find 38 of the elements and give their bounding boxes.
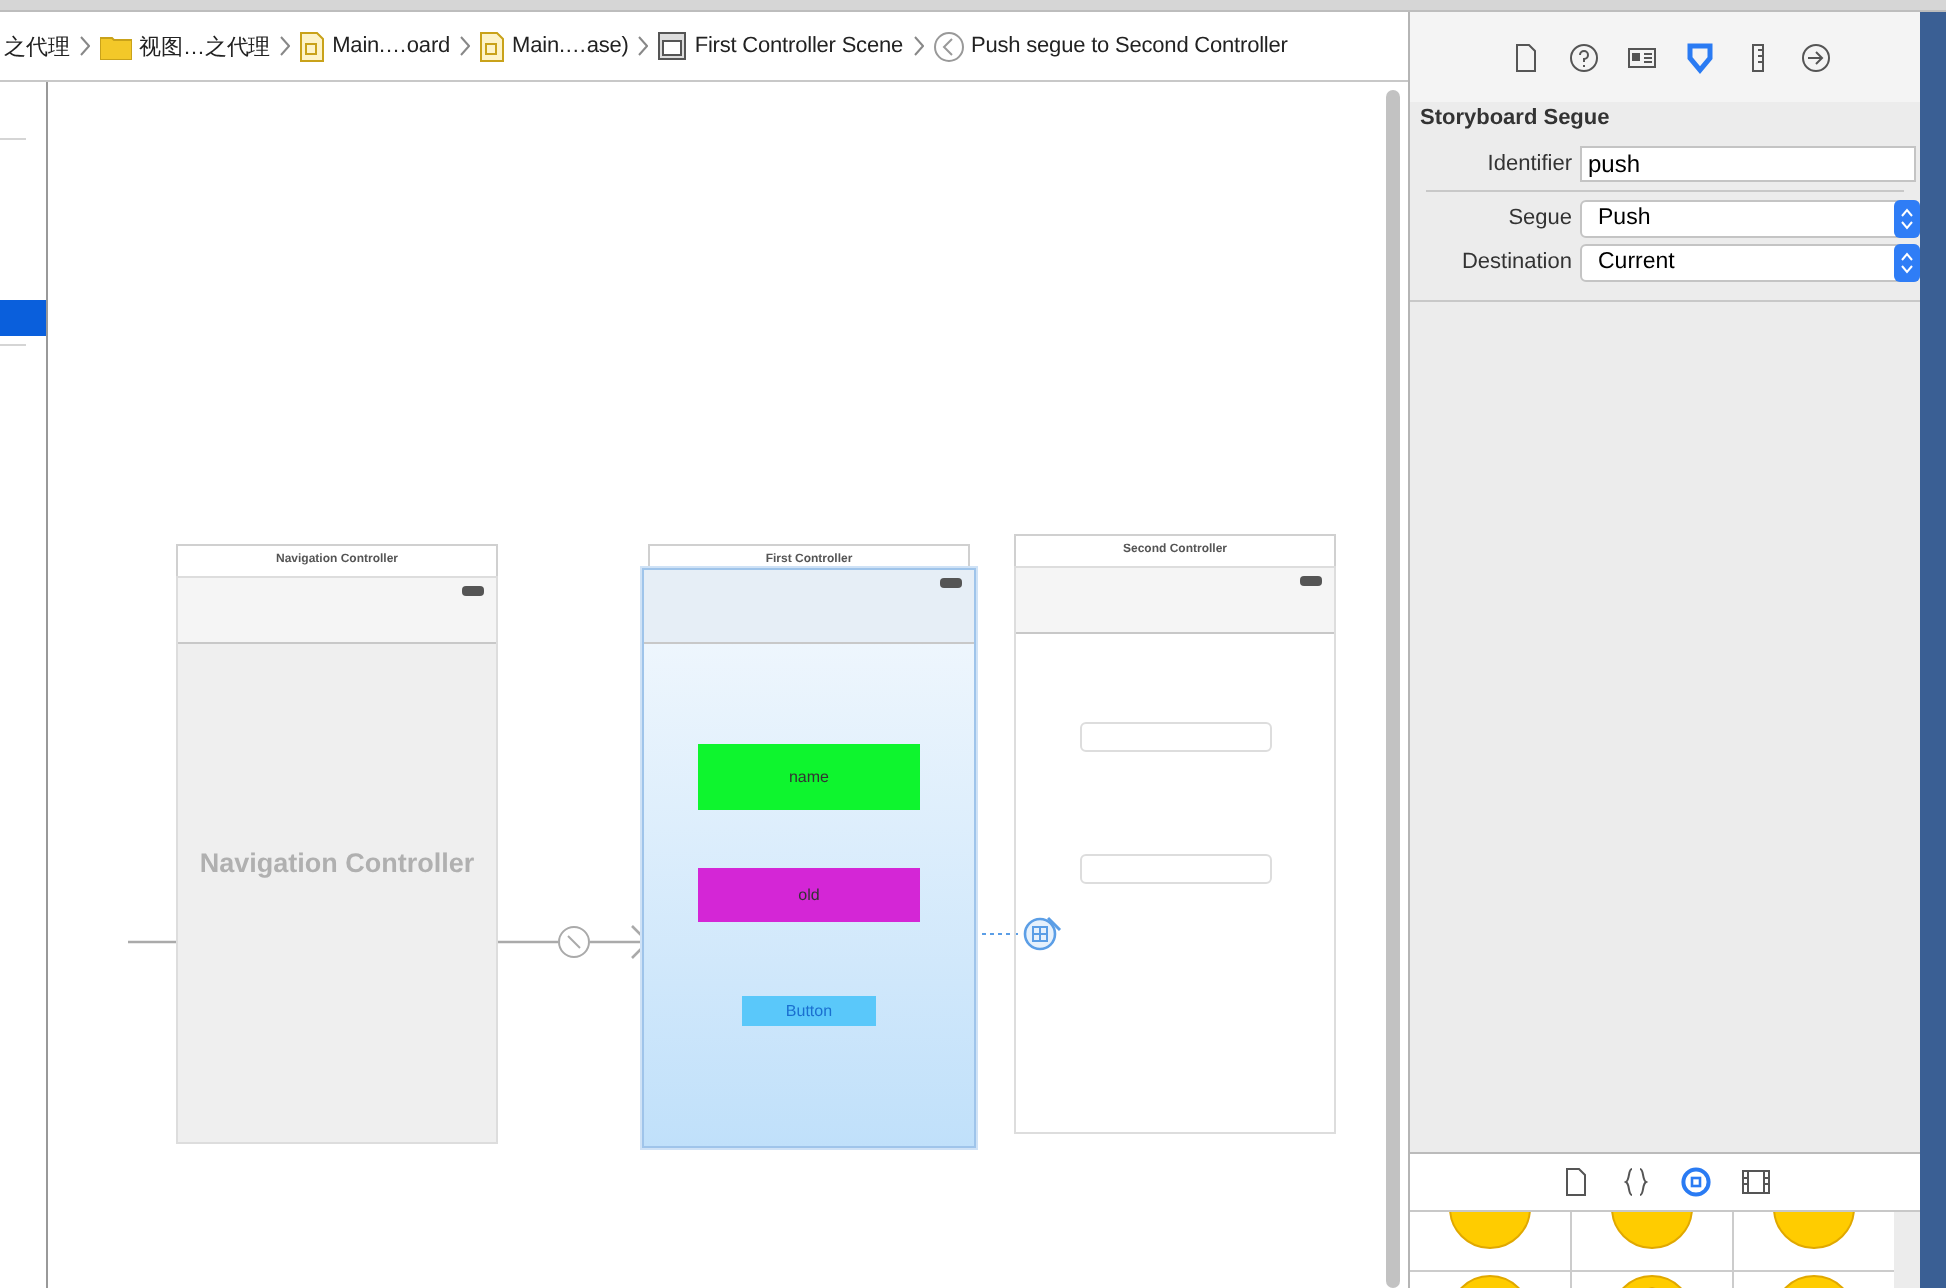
label[interactable]: name [698, 744, 920, 810]
placeholder-title: Navigation Controller [199, 848, 475, 878]
chevron-icon [280, 36, 291, 56]
battery-icon [940, 578, 964, 588]
stepper-icon [1894, 243, 1920, 281]
scrollbar[interactable] [1386, 90, 1400, 1288]
arrow-circle-icon[interactable] [1799, 41, 1831, 73]
shield-icon[interactable] [1683, 41, 1715, 73]
breadcrumb-item[interactable]: Main.…ase) [480, 31, 629, 61]
help-icon[interactable] [1567, 41, 1599, 73]
breadcrumb-item[interactable]: Main.…oard [300, 31, 451, 61]
chevron-icon [460, 36, 471, 56]
breadcrumb-item[interactable]: 视图…之代理 [99, 31, 271, 61]
stepper-icon [1894, 199, 1920, 237]
text-field[interactable] [1079, 854, 1271, 884]
section-title: Storyboard Segue [1418, 106, 1612, 130]
chevron-icon [79, 36, 90, 56]
view-controller-frame[interactable]: name old Button [642, 568, 976, 1148]
field-label: Destination [1459, 250, 1574, 274]
breadcrumb-item[interactable]: First Controller Scene [658, 32, 904, 60]
chevron-icon [913, 36, 924, 56]
folder-icon [99, 33, 132, 59]
field-label: Identifier [1485, 152, 1574, 176]
document-icon [300, 31, 325, 61]
scene-icon [658, 32, 687, 60]
text-field[interactable] [1079, 722, 1271, 752]
chevron-icon [638, 36, 649, 56]
popup-button[interactable]: Current [1580, 243, 1920, 281]
popup-button[interactable]: Push [1580, 199, 1920, 237]
field-label: Segue [1506, 206, 1574, 230]
film-icon[interactable] [1739, 1166, 1771, 1198]
breadcrumb-item[interactable]: 之代理 [4, 31, 70, 61]
battery-icon [462, 586, 486, 596]
braces-icon[interactable] [1619, 1166, 1651, 1198]
breadcrumb-item[interactable]: Push segue to Second Controller [933, 31, 1288, 61]
identifier-field[interactable]: push [1580, 146, 1916, 182]
battery-icon [1300, 576, 1324, 586]
document-icon [480, 31, 505, 61]
